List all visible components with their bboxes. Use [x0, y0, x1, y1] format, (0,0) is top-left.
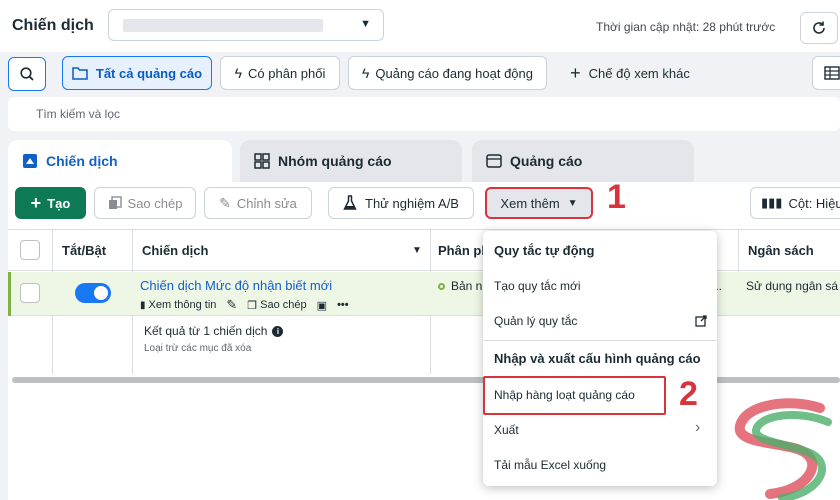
step-1-annotation: 1 — [607, 178, 626, 216]
ab-test-label: Thử nghiệm A/B — [365, 195, 459, 211]
tab-ad[interactable]: Quảng cáo — [472, 140, 694, 182]
result-subtitle: Loại trừ các mục đã xóa — [144, 343, 252, 354]
row-selected-indicator — [8, 272, 11, 316]
delivery-value: Bản n — [451, 279, 483, 293]
plus-icon: + — [570, 62, 581, 83]
table-view-button[interactable] — [812, 56, 840, 90]
plus-icon: + — [30, 192, 42, 213]
header-delivery[interactable]: Phân ph — [438, 229, 489, 271]
image-icon[interactable]: ▣ — [317, 299, 327, 312]
copy-button[interactable]: Sao chép — [94, 187, 196, 219]
tab-adset[interactable]: Nhóm quảng cáo — [240, 140, 462, 182]
menu-item-manage-rules[interactable]: Quản lý quy tắc — [494, 314, 577, 328]
columns-button[interactable]: ▮▮▮ Cột: Hiệu — [750, 187, 840, 219]
tab-ad-label: Quảng cáo — [510, 153, 583, 169]
campaign-toggle[interactable] — [75, 283, 111, 303]
more-actions-icon[interactable]: ••• — [337, 299, 349, 311]
caret-down-icon: ▼ — [567, 197, 578, 209]
ad-icon — [486, 154, 502, 168]
search-icon — [20, 67, 34, 81]
dropdown-divider — [483, 340, 717, 341]
more-button[interactable]: Xem thêm ▼ — [485, 187, 593, 219]
grid-icon — [254, 153, 270, 169]
menu-item-create-rule[interactable]: Tạo quy tắc mới — [494, 279, 581, 293]
page-title: Chiến dịch — [12, 17, 94, 34]
menu-item-download-template[interactable]: Tải mẫu Excel xuống — [494, 458, 606, 472]
update-time: Thời gian cập nhật: 28 phút trước — [596, 20, 776, 34]
result-summary: Kết quả từ 1 chiến dịch i — [144, 324, 284, 338]
search-button[interactable] — [8, 57, 46, 91]
menu-item-export[interactable]: Xuất — [494, 423, 519, 437]
columns-icon: ▮▮▮ — [761, 195, 783, 210]
filter-active-ads-label: Quảng cáo đang hoạt động — [375, 65, 533, 81]
copy-label: Sao chép — [127, 195, 183, 211]
search-filter-bar[interactable]: Tìm kiếm và lọc — [8, 97, 840, 131]
status-dot-icon — [438, 282, 445, 290]
step-2-annotation: 2 — [679, 375, 698, 413]
delivery-cell: Bản n — [438, 279, 482, 293]
view-info-action[interactable]: ▮ Xem thông tin — [140, 299, 216, 311]
lightning-icon: ϟ — [234, 65, 243, 81]
result-summary-label: Kết quả từ 1 chiến dịch — [144, 324, 268, 338]
watermark-logo-icon — [734, 398, 832, 500]
other-views-label: Chế độ xem khác — [588, 65, 690, 81]
filter-has-delivery[interactable]: ϟ Có phân phối — [220, 56, 340, 90]
filter-active-ads[interactable]: ϟ Quảng cáo đang hoạt động — [348, 56, 547, 90]
dropdown-section-import-export: Nhập và xuất cấu hình quảng cáo — [494, 351, 701, 366]
copy-icon — [108, 196, 122, 209]
create-label: Tạo — [47, 195, 71, 211]
view-info-label: Xem thông tin — [148, 299, 217, 311]
row-checkbox[interactable] — [20, 283, 40, 303]
select-all-checkbox[interactable] — [20, 240, 40, 260]
tab-campaign[interactable]: Chiến dịch — [8, 140, 232, 182]
campaign-icon — [23, 154, 37, 168]
campaign-name-link[interactable]: Chiến dịch Mức độ nhận biết mới — [140, 278, 332, 293]
copy-icon: ❐ — [247, 299, 258, 312]
more-label: Xem thêm — [500, 195, 560, 211]
external-link-icon — [695, 315, 707, 327]
tab-adset-label: Nhóm quảng cáo — [278, 153, 392, 169]
lightning-icon: ϟ — [361, 65, 370, 81]
filter-has-delivery-label: Có phân phối — [248, 65, 326, 81]
campaign-select[interactable]: ▼ — [108, 9, 384, 41]
pencil-icon: ✎ — [219, 194, 231, 211]
header-toggle: Tắt/Bật — [62, 242, 107, 258]
table-icon — [824, 66, 840, 80]
filter-all-ads[interactable]: Tất cả quảng cáo — [62, 56, 212, 90]
select-value-placeholder — [123, 19, 323, 32]
row-actions: ▮ Xem thông tin ✎ ❐ Sao chép ▣ ••• — [140, 297, 349, 313]
bulk-import-highlight — [483, 376, 666, 415]
columns-label: Cột: Hiệu — [788, 195, 840, 211]
folder-icon — [72, 67, 88, 80]
flask-icon — [343, 195, 357, 210]
chevron-down-icon: ▼ — [360, 18, 371, 30]
info-icon[interactable]: i — [272, 325, 284, 337]
header-budget[interactable]: Ngân sách — [748, 229, 814, 271]
bar-chart-icon: ▮ — [140, 299, 146, 311]
tab-campaign-label: Chiến dịch — [46, 153, 118, 169]
pencil-icon[interactable]: ✎ — [226, 297, 237, 313]
sort-caret-icon[interactable]: ▼ — [412, 245, 422, 256]
header-campaign[interactable]: Chiến dịch — [142, 229, 208, 271]
refresh-button[interactable] — [800, 12, 838, 44]
search-input-placeholder: Tìm kiếm và lọc — [36, 107, 121, 121]
edit-label: Chỉnh sửa — [236, 195, 297, 211]
create-button[interactable]: + Tạo — [15, 187, 86, 219]
copy-action-label: Sao chép — [260, 299, 307, 311]
ab-test-button[interactable]: Thử nghiệm A/B — [328, 187, 474, 219]
filter-all-ads-label: Tất cả quảng cáo — [95, 65, 203, 81]
other-views-button[interactable]: + Chế độ xem khác — [560, 56, 700, 90]
dropdown-section-rules: Quy tắc tự động — [494, 243, 595, 258]
copy-action[interactable]: ❐ Sao chép — [247, 299, 306, 312]
budget-cell: Sử dụng ngân sá — [746, 279, 839, 293]
refresh-icon — [813, 21, 825, 34]
chevron-right-icon: › — [695, 419, 701, 436]
edit-button[interactable]: ✎ Chỉnh sửa — [204, 187, 312, 219]
